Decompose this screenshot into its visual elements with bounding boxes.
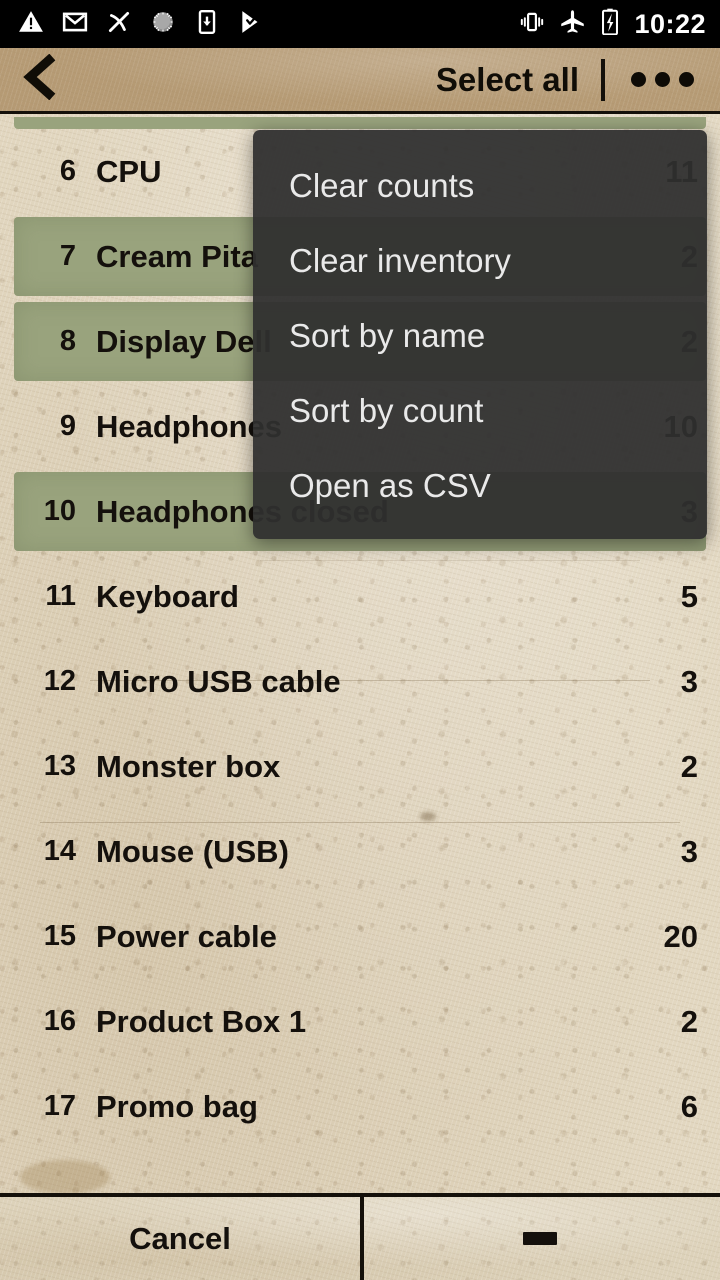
list-item-index: 17 bbox=[43, 1090, 76, 1122]
list-item[interactable]: 14 Mouse (USB) 3 bbox=[0, 809, 720, 894]
list-item-count: 5 bbox=[680, 578, 698, 614]
bottom-bar-divider bbox=[360, 1197, 364, 1280]
list-item-index: 11 bbox=[45, 580, 76, 612]
list-item-count: 2 bbox=[680, 1003, 698, 1039]
checkmark-flag-icon bbox=[238, 9, 264, 40]
overflow-dots-icon bbox=[631, 72, 694, 87]
overflow-popup-menu[interactable]: Clear counts Clear inventory Sort by name S… bbox=[253, 130, 707, 539]
page-title[interactable]: Select all bbox=[436, 61, 579, 99]
list-item-index: 15 bbox=[43, 920, 76, 952]
menu-item[interactable]: Clear inventory bbox=[253, 223, 707, 298]
status-bar-left-icons bbox=[18, 9, 264, 40]
list-item-index: 10 bbox=[43, 495, 76, 527]
list-item-name: Monster box bbox=[96, 748, 281, 784]
status-bar: 10:22 bbox=[0, 0, 720, 48]
download-to-phone-icon bbox=[194, 9, 220, 40]
battery-charging-icon bbox=[600, 8, 620, 40]
list-item-index: 12 bbox=[43, 665, 76, 697]
list-item[interactable]: 15 Power cable 20 bbox=[0, 894, 720, 979]
minus-icon bbox=[523, 1232, 557, 1245]
action-bar-divider bbox=[601, 58, 605, 101]
pickaxe-tool-icon bbox=[106, 9, 132, 40]
list-item[interactable]: 12 Micro USB cable 3 bbox=[0, 639, 720, 724]
menu-item[interactable]: Open as CSV bbox=[253, 448, 707, 523]
list-item-index: 8 bbox=[59, 325, 76, 357]
sun-brightness-icon bbox=[150, 9, 176, 40]
bottom-action-bar: Cancel bbox=[0, 1193, 720, 1280]
list-item-name: Promo bag bbox=[96, 1088, 258, 1124]
status-bar-right-icons: 10:22 bbox=[519, 8, 706, 40]
status-bar-clock: 10:22 bbox=[634, 8, 706, 39]
app-screen: 10:22 Select all 6CPU117Cream Pita28Disp… bbox=[0, 0, 720, 1280]
overflow-menu-button[interactable] bbox=[631, 58, 720, 101]
list-item-index: 13 bbox=[43, 750, 76, 782]
back-button[interactable] bbox=[0, 48, 78, 111]
list-item[interactable]: 11 Keyboard 5 bbox=[0, 554, 720, 639]
list-item-count: 3 bbox=[680, 663, 698, 699]
list-item-index: 7 bbox=[59, 240, 76, 272]
chevron-left-icon bbox=[18, 53, 60, 105]
decrement-button[interactable] bbox=[360, 1197, 720, 1280]
airplane-mode-icon bbox=[559, 8, 586, 40]
list-item-name: Micro USB cable bbox=[96, 663, 341, 699]
list-item-index: 9 bbox=[59, 410, 76, 442]
menu-item[interactable]: Sort by name bbox=[253, 298, 707, 373]
list-item-count: 3 bbox=[680, 833, 698, 869]
warning-triangle-icon bbox=[18, 9, 44, 40]
list-item-name: Product Box 1 bbox=[96, 1003, 307, 1039]
list-item-index: 6 bbox=[59, 155, 76, 187]
list-item-index: 14 bbox=[43, 835, 76, 867]
list-item-name: Keyboard bbox=[96, 578, 239, 614]
menu-item[interactable]: Clear counts bbox=[253, 148, 707, 223]
list-item-count: 2 bbox=[680, 748, 698, 784]
list-item-index: 16 bbox=[43, 1005, 76, 1037]
list-item[interactable]: 13 Monster box 2 bbox=[0, 724, 720, 809]
list-item-name: Power cable bbox=[96, 918, 277, 954]
menu-item[interactable]: Sort by count bbox=[253, 373, 707, 448]
cancel-button-label: Cancel bbox=[129, 1220, 231, 1256]
list-item[interactable]: 17 Promo bag 6 bbox=[0, 1064, 720, 1149]
list-item-count: 20 bbox=[663, 918, 698, 954]
cancel-button[interactable]: Cancel bbox=[0, 1197, 360, 1280]
action-bar: Select all bbox=[0, 48, 720, 114]
list-item[interactable]: 16 Product Box 1 2 bbox=[0, 979, 720, 1064]
vibrate-icon bbox=[519, 9, 545, 40]
list-item-partial-top[interactable] bbox=[0, 117, 720, 129]
gmail-mail-icon bbox=[62, 9, 88, 40]
list-item-count: 6 bbox=[680, 1088, 698, 1124]
list-item-name: Mouse (USB) bbox=[96, 833, 289, 869]
